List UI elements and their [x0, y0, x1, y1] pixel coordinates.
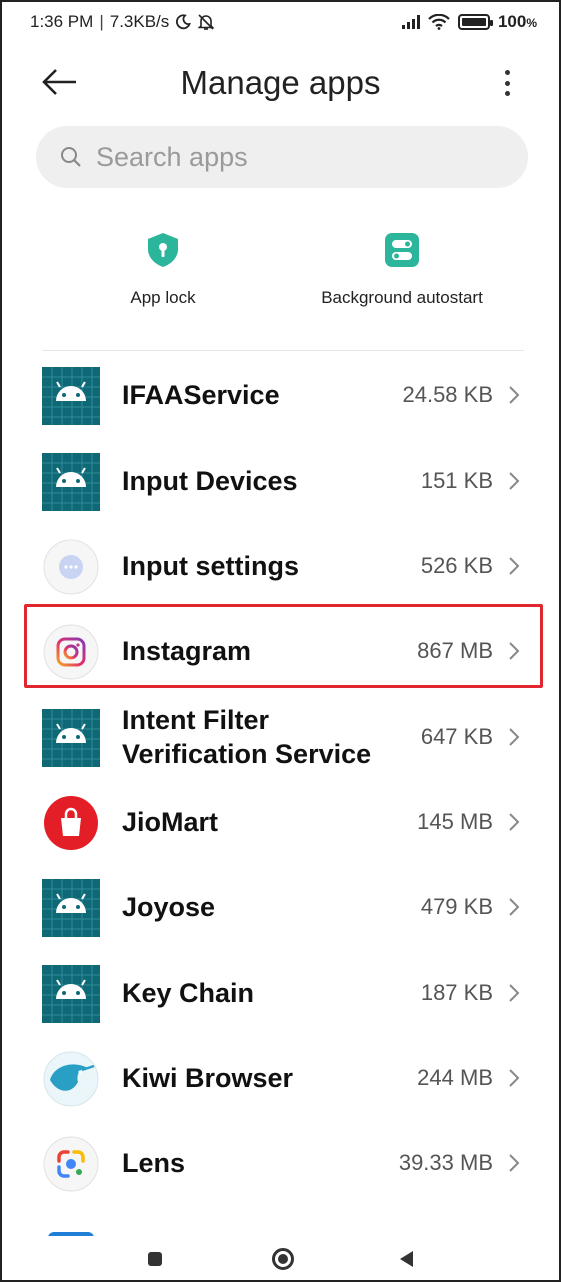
app-bar: Manage apps	[2, 46, 559, 122]
input-settings-icon	[43, 539, 99, 595]
app-name: IFAAService	[122, 379, 280, 410]
android-icon	[42, 879, 100, 937]
app-size: 187 KB	[420, 979, 493, 1005]
battery-level: 100%	[497, 12, 537, 31]
chevron-right-icon	[509, 386, 520, 404]
android-icon	[42, 453, 100, 511]
background-autostart-button[interactable]: Background autostart	[302, 230, 502, 308]
app-row-ifaaservice[interactable]: IFAAService 24.58 KB	[2, 352, 559, 437]
app-size: 479 KB	[420, 893, 493, 919]
chevron-right-icon	[509, 898, 520, 916]
app-row-joyose[interactable]: Joyose 479 KB	[2, 864, 559, 949]
android-icon	[42, 965, 100, 1023]
more-dot	[504, 70, 510, 75]
page-title: Manage apps	[180, 64, 381, 101]
chevron-right-icon	[509, 813, 520, 831]
network-speed: 7.3KB/s	[109, 12, 170, 31]
status-right: 100%	[401, 12, 537, 32]
app-row-input-devices[interactable]: Input Devices 151 KB	[2, 438, 559, 523]
search-icon	[61, 147, 81, 167]
app-row-input-settings[interactable]: Input settings 526 KB	[2, 523, 559, 608]
signal-icon	[401, 15, 420, 29]
instagram-icon	[43, 624, 99, 680]
status-left: 1:36 PM | 7.3KB/s	[30, 12, 215, 32]
chevron-right-icon	[509, 557, 520, 575]
clock: 1:36 PM	[30, 12, 94, 31]
lens-icon	[43, 1136, 99, 1192]
battery-icon	[457, 14, 493, 30]
status-bar: 1:36 PM | 7.3KB/s 100%	[2, 2, 559, 46]
app-row-jiomart[interactable]: JioMart 145 MB	[2, 779, 559, 864]
app-row-key-chain[interactable]: Key Chain 187 KB	[2, 950, 559, 1035]
chevron-right-icon	[509, 984, 520, 1002]
muted-bell-icon	[197, 14, 215, 30]
search-input[interactable]: Search apps	[36, 126, 528, 188]
app-name: Instagram	[122, 635, 252, 666]
app-row-lens[interactable]: Lens 39.33 MB	[2, 1120, 559, 1205]
app-name: Input settings	[122, 550, 299, 581]
nav-back-button[interactable]	[400, 1251, 413, 1267]
app-name: Intent Filter Verification Service	[122, 704, 372, 769]
app-size: 151 KB	[420, 467, 493, 493]
toggle-switches-icon	[385, 233, 419, 267]
chevron-right-icon	[509, 472, 520, 490]
app-size: 145 MB	[417, 808, 493, 834]
app-name: Key Chain	[122, 977, 255, 1008]
navigation-bar	[2, 1236, 559, 1280]
app-lock-button[interactable]: App lock	[112, 230, 214, 308]
chevron-right-icon	[509, 1154, 520, 1172]
chevron-right-icon	[509, 1069, 520, 1087]
app-name: Input Devices	[122, 465, 298, 496]
app-row-instagram[interactable]: Instagram 867 MB	[2, 608, 559, 693]
divider	[42, 350, 524, 351]
home-button[interactable]	[272, 1248, 294, 1270]
wifi-icon	[428, 14, 450, 30]
app-size: 647 KB	[420, 723, 493, 749]
app-name: JioMart	[122, 806, 219, 837]
app-size: 867 MB	[417, 637, 493, 663]
background-autostart-label: Background autostart	[321, 288, 483, 307]
more-dot	[504, 80, 510, 86]
app-size: 526 KB	[420, 552, 493, 578]
shield-lock-icon	[148, 233, 178, 267]
app-row-kiwi-browser[interactable]: Kiwi Browser 244 MB	[2, 1035, 559, 1120]
app-size: 244 MB	[417, 1064, 493, 1090]
search-placeholder: Search apps	[96, 141, 248, 172]
chevron-right-icon	[509, 728, 520, 746]
app-name: Joyose	[122, 891, 216, 922]
recents-button[interactable]	[148, 1252, 162, 1266]
app-size: 24.58 KB	[402, 381, 493, 407]
more-dot	[504, 91, 510, 96]
app-name: Kiwi Browser	[122, 1062, 294, 1093]
jiomart-icon	[44, 796, 98, 850]
chevron-right-icon	[509, 642, 520, 660]
android-icon	[42, 367, 100, 425]
android-icon	[42, 709, 100, 767]
screen: 1:36 PM | 7.3KB/s 100% Manage apps Searc…	[0, 0, 561, 1282]
moon-icon	[176, 14, 192, 30]
kiwi-browser-icon	[43, 1051, 99, 1107]
app-lock-label: App lock	[130, 288, 196, 307]
more-options-button[interactable]	[497, 66, 517, 100]
status-separator: |	[99, 12, 104, 31]
app-size: 39.33 MB	[398, 1149, 493, 1175]
app-name: Lens	[122, 1147, 186, 1178]
app-row-intent-filter[interactable]: Intent Filter Verification Service 647 K…	[2, 694, 559, 779]
